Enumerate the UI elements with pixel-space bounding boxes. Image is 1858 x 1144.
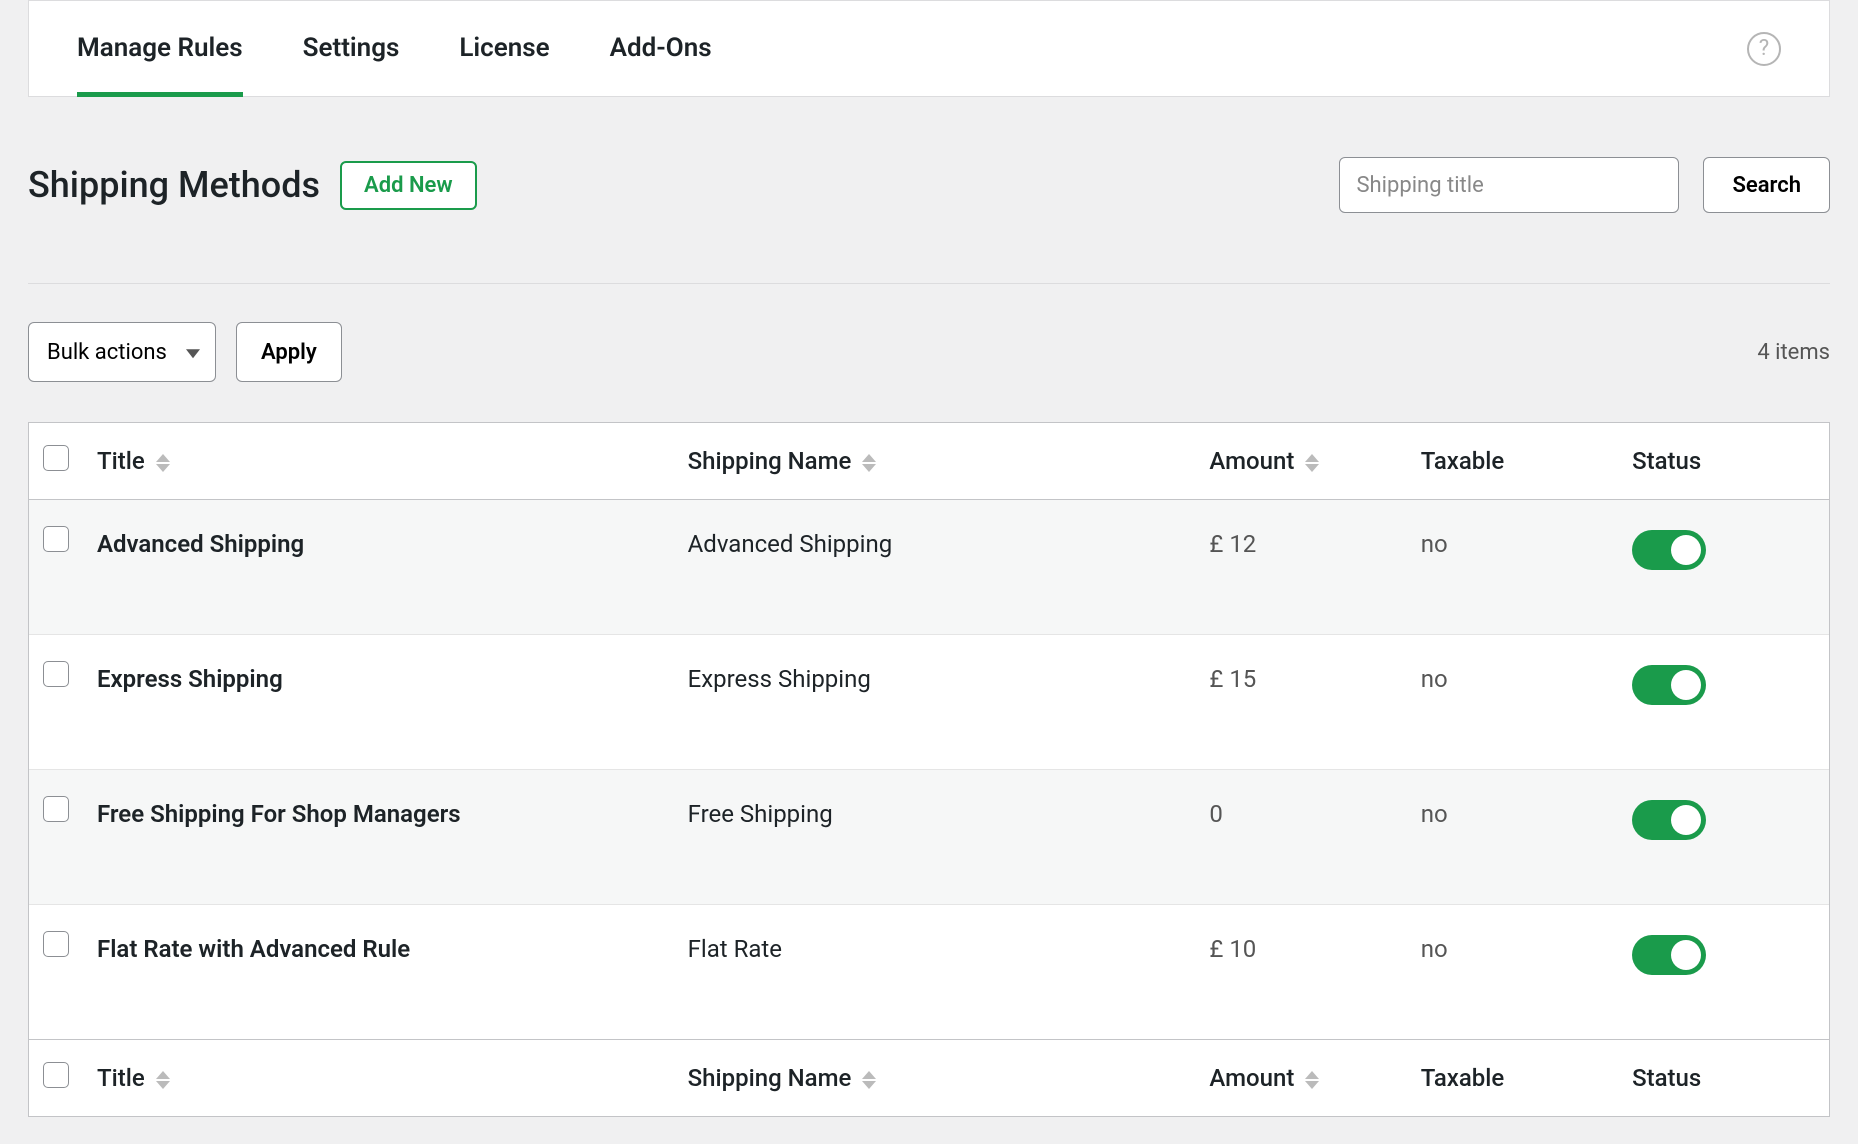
row-shipping-name: Free Shipping — [674, 770, 1196, 905]
tab-license[interactable]: License — [459, 1, 549, 96]
sort-icon — [861, 452, 877, 474]
status-toggle[interactable] — [1632, 530, 1706, 570]
search-input[interactable] — [1339, 157, 1679, 213]
shipping-methods-table: Title Shipping Name Amount Taxable Statu… — [28, 422, 1830, 1117]
tab-manage-rules[interactable]: Manage Rules — [77, 1, 243, 96]
row-shipping-name: Flat Rate — [674, 905, 1196, 1040]
row-amount: £ 10 — [1195, 905, 1406, 1040]
row-status-cell — [1618, 635, 1829, 770]
row-checkbox[interactable] — [43, 796, 69, 822]
row-amount: £ 12 — [1195, 500, 1406, 635]
sort-icon — [1304, 452, 1320, 474]
table-row: Express ShippingExpress Shipping£ 15no — [29, 635, 1829, 770]
sort-icon — [155, 1069, 171, 1091]
tabs-panel: Manage Rules Settings License Add-Ons ? — [28, 0, 1830, 97]
add-new-button[interactable]: Add New — [340, 161, 477, 210]
row-shipping-name: Advanced Shipping — [674, 500, 1196, 635]
row-status-cell — [1618, 500, 1829, 635]
table-footer-row: Title Shipping Name Amount Taxable Statu… — [29, 1040, 1829, 1117]
col-footer-taxable: Taxable — [1407, 1040, 1618, 1117]
row-title[interactable]: Flat Rate with Advanced Rule — [83, 905, 674, 1040]
table-header-row: Title Shipping Name Amount Taxable Statu… — [29, 423, 1829, 500]
actions-row: Bulk actions Apply 4 items — [0, 284, 1858, 382]
row-title[interactable]: Advanced Shipping — [83, 500, 674, 635]
items-count: 4 items — [1757, 340, 1830, 365]
row-checkbox[interactable] — [43, 526, 69, 552]
status-toggle[interactable] — [1632, 665, 1706, 705]
col-footer-amount[interactable]: Amount — [1195, 1040, 1406, 1117]
table-row: Free Shipping For Shop ManagersFree Ship… — [29, 770, 1829, 905]
search-button[interactable]: Search — [1703, 157, 1830, 213]
page-title: Shipping Methods — [28, 164, 320, 206]
status-toggle[interactable] — [1632, 800, 1706, 840]
row-taxable: no — [1407, 905, 1618, 1040]
col-header-status: Status — [1618, 423, 1829, 500]
row-taxable: no — [1407, 635, 1618, 770]
row-status-cell — [1618, 905, 1829, 1040]
col-footer-status: Status — [1618, 1040, 1829, 1117]
table-row: Advanced ShippingAdvanced Shipping£ 12no — [29, 500, 1829, 635]
table-row: Flat Rate with Advanced RuleFlat Rate£ 1… — [29, 905, 1829, 1040]
row-taxable: no — [1407, 500, 1618, 635]
col-header-amount[interactable]: Amount — [1195, 423, 1406, 500]
tab-settings[interactable]: Settings — [303, 1, 400, 96]
row-shipping-name: Express Shipping — [674, 635, 1196, 770]
col-footer-title[interactable]: Title — [83, 1040, 674, 1117]
tab-add-ons[interactable]: Add-Ons — [610, 1, 712, 96]
col-footer-shipping-name[interactable]: Shipping Name — [674, 1040, 1196, 1117]
col-header-title[interactable]: Title — [83, 423, 674, 500]
bulk-actions-wrap: Bulk actions — [28, 322, 216, 382]
sort-icon — [1304, 1069, 1320, 1091]
status-toggle[interactable] — [1632, 935, 1706, 975]
sort-icon — [861, 1069, 877, 1091]
select-all-checkbox-top[interactable] — [43, 445, 69, 471]
page-header: Shipping Methods Add New Search — [0, 97, 1858, 213]
col-header-taxable: Taxable — [1407, 423, 1618, 500]
row-title[interactable]: Express Shipping — [83, 635, 674, 770]
select-all-checkbox-bottom[interactable] — [43, 1062, 69, 1088]
search-group: Search — [1339, 157, 1830, 213]
row-amount: £ 15 — [1195, 635, 1406, 770]
bulk-actions-select[interactable]: Bulk actions — [28, 322, 216, 382]
row-taxable: no — [1407, 770, 1618, 905]
row-checkbox[interactable] — [43, 931, 69, 957]
row-title[interactable]: Free Shipping For Shop Managers — [83, 770, 674, 905]
sort-icon — [155, 452, 171, 474]
row-amount: 0 — [1195, 770, 1406, 905]
tabs-bar: Manage Rules Settings License Add-Ons ? — [29, 1, 1829, 96]
apply-button[interactable]: Apply — [236, 322, 342, 382]
col-header-shipping-name[interactable]: Shipping Name — [674, 423, 1196, 500]
row-status-cell — [1618, 770, 1829, 905]
help-icon[interactable]: ? — [1747, 32, 1781, 66]
row-checkbox[interactable] — [43, 661, 69, 687]
